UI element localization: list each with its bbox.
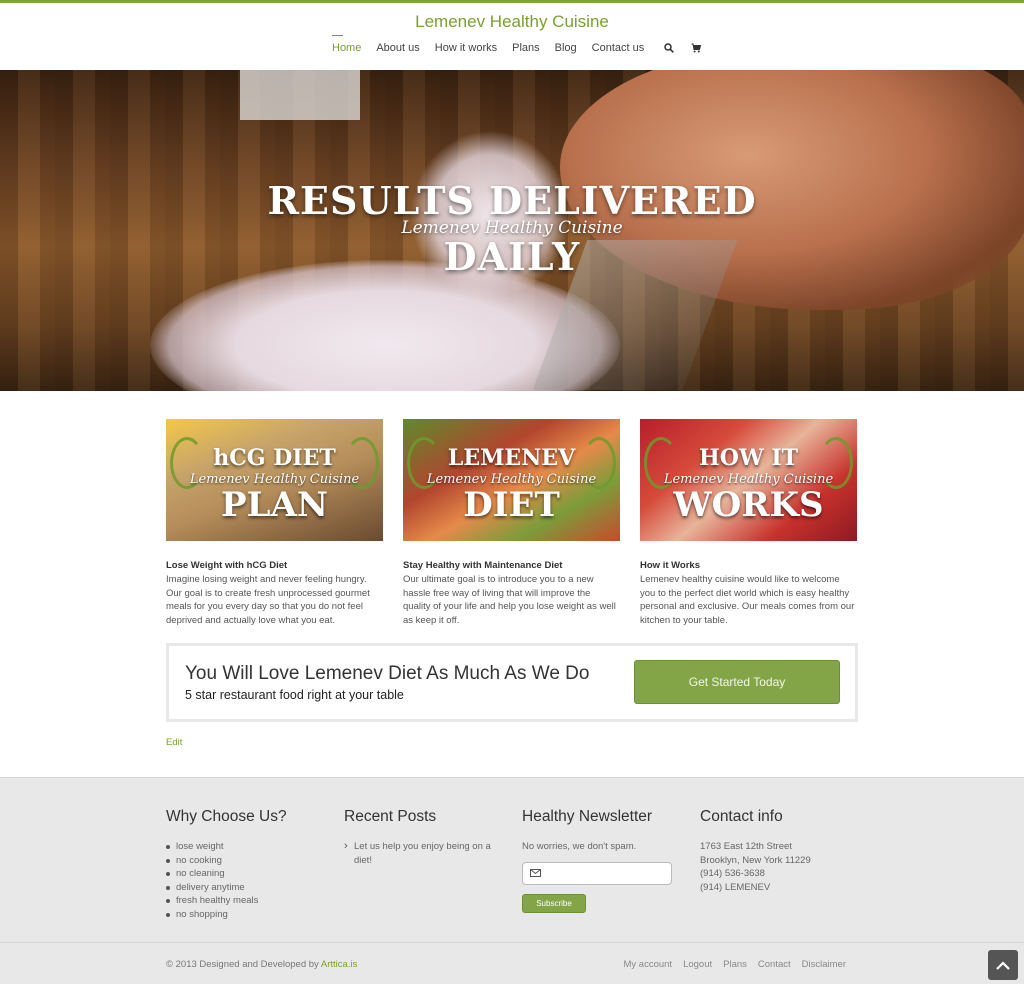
feature-image-bottom-text: WORKS <box>673 485 824 525</box>
feature-image-how-it-works[interactable]: HOW IT Lemenev Healthy Cuisine WORKS <box>640 419 857 541</box>
footer-links: My account Logout Plans Contact Disclaim… <box>613 959 847 970</box>
contact-phone-vanity: (914) LEMENEV <box>700 881 771 893</box>
nav-item-plans[interactable]: Plans <box>512 42 540 54</box>
scroll-to-top-button[interactable] <box>988 950 1018 980</box>
feature-image-lemenev-diet[interactable]: LEMENEV Lemenev Healthy Cuisine DIET <box>403 419 620 541</box>
feature-text: Lemenev healthy cuisine would like to we… <box>640 574 855 627</box>
feature-image-hcg-plan[interactable]: hCG DIET Lemenev Healthy Cuisine PLAN <box>166 419 383 541</box>
main-nav: Home About us How it works Plans Blog Co… <box>332 35 713 54</box>
footer-link-plans[interactable]: Plans <box>723 959 747 970</box>
feature-image-top-text: HOW IT <box>699 445 798 471</box>
chevron-up-icon <box>996 960 1010 970</box>
nav-item-blog[interactable]: Blog <box>555 42 577 54</box>
edit-link[interactable]: Edit <box>166 737 182 748</box>
developer-link[interactable]: Arttica.is <box>321 959 357 970</box>
footer-newsletter: Healthy Newsletter No worries, we don't … <box>522 808 672 913</box>
feature-image-top-text: hCG DIET <box>213 445 336 471</box>
cta-heading: You Will Love Lemenev Diet As Much As We… <box>185 663 590 684</box>
list-item: fresh healthy meals <box>166 894 287 908</box>
hero-headline: RESULTS DELIVERED <box>267 178 757 223</box>
newsletter-text: No worries, we don't spam. <box>522 841 637 852</box>
recent-post-link[interactable]: Let us help you enjoy being on a diet! <box>344 839 504 868</box>
call-to-action-box: You Will Love Lemenev Diet As Much As We… <box>166 643 858 722</box>
cart-icon[interactable] <box>691 43 702 53</box>
footer-heading: Healthy Newsletter <box>522 808 653 825</box>
footer-heading: Contact info <box>700 808 783 825</box>
feature-text: Our ultimate goal is to introduce you to… <box>403 574 616 627</box>
feature-card-maintenance: LEMENEV Lemenev Healthy Cuisine DIET Sta… <box>403 419 620 628</box>
footer: Why Choose Us? lose weight no cooking no… <box>0 777 1024 984</box>
hero-background-cloth <box>240 70 360 120</box>
footer-link-my-account[interactable]: My account <box>624 959 673 970</box>
top-accent-line <box>0 0 1024 3</box>
get-started-button[interactable]: Get Started Today <box>634 660 840 704</box>
footer-recent-posts: Recent Posts Let us help you enjoy being… <box>344 808 504 868</box>
search-icon[interactable] <box>664 43 675 53</box>
nav-item-contact-us[interactable]: Contact us <box>592 42 645 54</box>
site-title[interactable]: Lemenev Healthy Cuisine <box>0 12 1024 32</box>
why-list: lose weight no cooking no cleaning deliv… <box>166 840 287 922</box>
nav-item-about-us[interactable]: About us <box>376 42 419 54</box>
cta-subheading: 5 star restaurant food right at your tab… <box>185 688 404 702</box>
feature-title: How it Works <box>640 560 700 571</box>
feature-image-bottom-text: PLAN <box>221 485 328 525</box>
recent-posts-list: Let us help you enjoy being on a diet! <box>344 839 504 868</box>
hero-subline: DAILY <box>443 234 581 279</box>
copyright-text: © 2013 Designed and Developed by <box>166 959 321 970</box>
list-item: delivery anytime <box>166 881 287 895</box>
nav-item-how-it-works[interactable]: How it works <box>435 42 497 54</box>
feature-image-bottom-text: DIET <box>463 485 560 525</box>
newsletter-email-input[interactable] <box>522 861 672 885</box>
footer-link-contact[interactable]: Contact <box>758 959 791 970</box>
subscribe-button[interactable]: Subscribe <box>522 893 586 913</box>
footer-why-choose-us: Why Choose Us? lose weight no cooking no… <box>166 808 287 922</box>
envelope-icon <box>530 869 541 878</box>
feature-text: Imagine losing weight and never feeling … <box>166 574 370 627</box>
contact-phone: (914) 536-3638 <box>700 868 765 880</box>
feature-card-how-it-works: HOW IT Lemenev Healthy Cuisine WORKS How… <box>640 419 857 628</box>
footer-link-disclaimer[interactable]: Disclaimer <box>802 959 846 970</box>
list-item: no shopping <box>166 908 287 922</box>
list-item: no cleaning <box>166 867 287 881</box>
footer-bottom-bar: © 2013 Designed and Developed by Arttica… <box>0 942 1024 984</box>
feature-title: Lose Weight with hCG Diet <box>166 560 288 571</box>
list-item: no cooking <box>166 854 287 868</box>
contact-city-line: Brooklyn, New York 11229 <box>700 854 811 866</box>
hero-banner: RESULTS DELIVERED Lemenev Healthy Cuisin… <box>0 70 1024 391</box>
footer-heading: Why Choose Us? <box>166 808 287 825</box>
contact-address-line: 1763 East 12th Street <box>700 841 792 852</box>
feature-card-hcg: hCG DIET Lemenev Healthy Cuisine PLAN Lo… <box>166 419 383 628</box>
feature-image-top-text: LEMENEV <box>447 445 576 471</box>
footer-contact-info: Contact info 1763 East 12th Street Brook… <box>700 808 811 894</box>
copyright: © 2013 Designed and Developed by Arttica… <box>166 959 357 970</box>
nav-item-home[interactable]: Home <box>332 35 361 54</box>
list-item: lose weight <box>166 840 287 854</box>
footer-link-logout[interactable]: Logout <box>683 959 712 970</box>
feature-title: Stay Healthy with Maintenance Diet <box>403 560 563 571</box>
footer-heading: Recent Posts <box>344 808 437 825</box>
